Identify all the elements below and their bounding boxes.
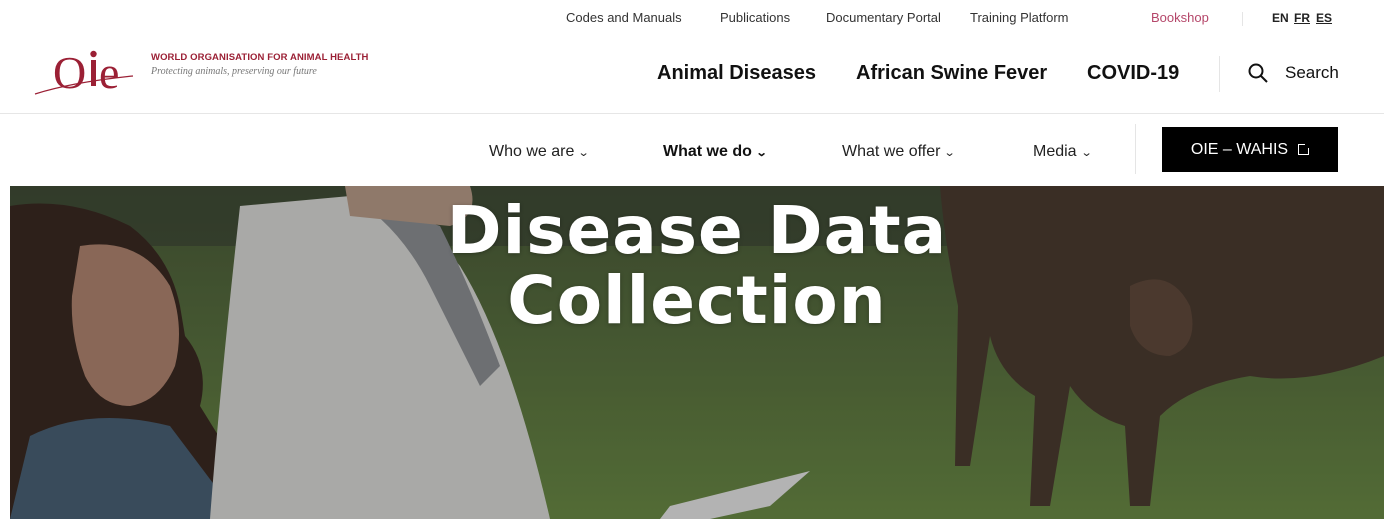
link-covid-19[interactable]: COVID-19: [1087, 62, 1179, 85]
svg-text:e: e: [99, 47, 119, 98]
nav-what-we-offer[interactable]: What we offer ⌄: [842, 143, 957, 161]
top-link-documentary-portal[interactable]: Documentary Portal: [826, 10, 941, 25]
nav-media[interactable]: Media ⌄: [1033, 143, 1093, 161]
link-african-swine-fever[interactable]: African Swine Fever: [856, 62, 1047, 85]
chevron-down-icon: ⌄: [1080, 147, 1093, 159]
header-divider: [0, 113, 1384, 114]
nav-divider: [1135, 124, 1136, 174]
chevron-down-icon: ⌄: [944, 147, 957, 159]
link-animal-diseases[interactable]: Animal Diseases: [657, 62, 816, 85]
top-link-publications[interactable]: Publications: [720, 10, 790, 25]
chevron-down-icon: ⌄: [755, 147, 768, 159]
lang-en[interactable]: EN: [1272, 11, 1289, 25]
lang-es[interactable]: ES: [1316, 11, 1332, 25]
oie-logo[interactable]: O e WORLD ORGANISATION FOR ANIMAL HEALTH…: [33, 46, 393, 98]
nav-label: Who we are: [489, 143, 575, 160]
org-tagline: Protecting animals, preserving our futur…: [151, 66, 317, 77]
wahis-label: OIE – WAHIS: [1190, 140, 1289, 158]
top-link-codes-and-manuals[interactable]: Codes and Manuals: [566, 10, 682, 25]
nav-label: What we do: [663, 143, 752, 160]
oie-logo-mark: O e: [34, 47, 134, 98]
external-link-icon: [1298, 144, 1310, 155]
org-name: WORLD ORGANISATION FOR ANIMAL HEALTH: [151, 52, 369, 63]
svg-text:O: O: [53, 47, 86, 98]
hero-banner: Disease Data Collection: [10, 186, 1384, 519]
language-divider: [1242, 12, 1243, 26]
search-label: Search: [1285, 63, 1339, 82]
hero-title-line-2: Collection: [507, 262, 887, 339]
oie-wahis-button[interactable]: OIE – WAHIS: [1162, 127, 1338, 172]
nav-label: Media: [1033, 143, 1077, 160]
hero-title-line-1: Disease Data: [446, 192, 948, 269]
nav-what-we-do[interactable]: What we do ⌄: [663, 143, 768, 161]
top-link-training-platform[interactable]: Training Platform: [970, 10, 1069, 25]
chevron-down-icon: ⌄: [577, 147, 590, 159]
hero-title: Disease Data Collection: [10, 196, 1384, 336]
top-utility-nav: Codes and Manuals Publications Documenta…: [0, 10, 1384, 28]
nav-who-we-are[interactable]: Who we are ⌄: [489, 143, 590, 161]
search-icon: [1248, 63, 1268, 83]
search-divider: [1219, 56, 1220, 92]
top-link-bookshop[interactable]: Bookshop: [1151, 10, 1209, 25]
nav-label: What we offer: [842, 143, 941, 160]
lang-fr[interactable]: FR: [1294, 11, 1310, 25]
